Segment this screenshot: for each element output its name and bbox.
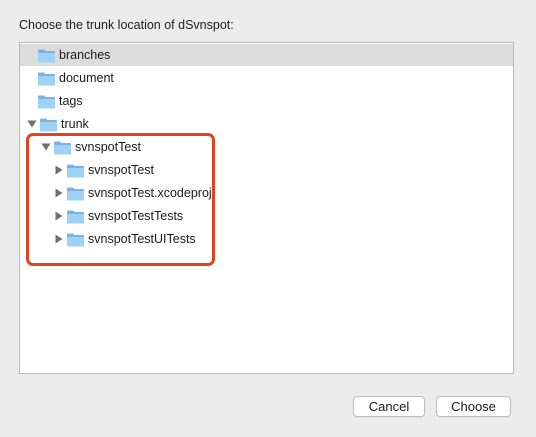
choose-button[interactable]: Choose (436, 396, 511, 417)
folder-tree[interactable]: branches document tags trunk svnspotTest (19, 42, 514, 374)
prompt-label: Choose the trunk location of dSvnspot: (19, 18, 234, 32)
disclosure-triangle-collapsed-icon[interactable] (53, 233, 65, 245)
cancel-button[interactable]: Cancel (353, 396, 425, 417)
folder-icon (66, 163, 85, 178)
tree-item-label: svnspotTestUITests (88, 232, 196, 246)
folder-icon (66, 232, 85, 247)
tree-item-trunk[interactable]: trunk (20, 113, 513, 135)
tree-item-document[interactable]: document (20, 67, 513, 89)
tree-item-label: svnspotTest.xcodeproj (88, 186, 212, 200)
tree-item-tests[interactable]: svnspotTestTests (20, 205, 513, 227)
folder-icon (66, 186, 85, 201)
tree-item-label: tags (59, 94, 83, 108)
tree-item-label: svnspotTestTests (88, 209, 184, 223)
folder-icon (37, 48, 56, 63)
disclosure-triangle-expanded-icon[interactable] (26, 118, 38, 130)
folder-icon (53, 140, 72, 155)
tree-item-label: trunk (61, 117, 89, 131)
folder-icon (37, 94, 56, 109)
tree-item-uitests[interactable]: svnspotTestUITests (20, 228, 513, 250)
folder-icon (66, 209, 85, 224)
tree-item-branches[interactable]: branches (20, 44, 513, 66)
tree-item-svnspottest-sources[interactable]: svnspotTest (20, 159, 513, 181)
disclosure-triangle-collapsed-icon[interactable] (53, 187, 65, 199)
tree-item-label: branches (59, 48, 111, 62)
tree-item-label: svnspotTest (75, 140, 142, 154)
disclosure-triangle-collapsed-icon[interactable] (53, 210, 65, 222)
tree-item-xcodeproj[interactable]: svnspotTest.xcodeproj (20, 182, 513, 204)
tree-item-svnspottest[interactable]: svnspotTest (20, 136, 513, 158)
folder-icon (37, 71, 56, 86)
disclosure-triangle-collapsed-icon[interactable] (53, 164, 65, 176)
folder-icon (39, 117, 58, 132)
tree-item-label: document (59, 71, 114, 85)
tree-item-label: svnspotTest (88, 163, 155, 177)
tree-item-tags[interactable]: tags (20, 90, 513, 112)
disclosure-triangle-expanded-icon[interactable] (40, 141, 52, 153)
